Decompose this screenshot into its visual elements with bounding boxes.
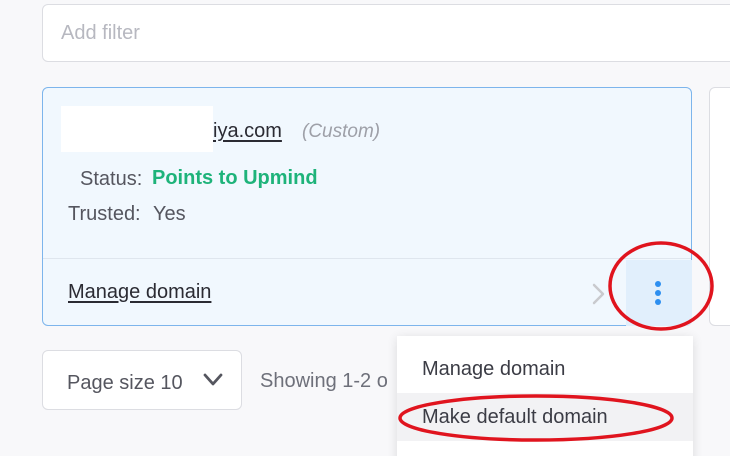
chevron-down-icon [203, 373, 223, 386]
add-filter-input[interactable] [42, 4, 730, 62]
domain-type-label: (Custom) [302, 121, 381, 142]
page-size-label: Page size 10 [67, 372, 183, 394]
status-label: Status: [80, 168, 143, 190]
more-actions-button[interactable] [626, 260, 692, 326]
domain-name-link[interactable]: iya.com [213, 120, 282, 143]
redacted-domain-prefix [61, 106, 213, 152]
domain-card: iya.com (Custom) Status: Points to Upmin… [42, 87, 692, 326]
menu-item-make-default-domain[interactable]: Make default domain [397, 393, 693, 441]
manage-domain-link[interactable]: Manage domain [68, 281, 211, 304]
vertical-dots-icon [655, 281, 661, 305]
page-size-select[interactable]: Page size 10 [42, 350, 242, 410]
chevron-right-icon[interactable] [591, 282, 607, 306]
trusted-value: Yes [153, 203, 186, 225]
card-divider [43, 258, 691, 259]
actions-dropdown-menu: Manage domain Make default domain [397, 336, 693, 456]
menu-item-manage-domain[interactable]: Manage domain [397, 345, 693, 393]
showing-count-text: Showing 1-2 o [260, 370, 388, 392]
status-value: Points to Upmind [152, 167, 318, 189]
next-domain-card [709, 87, 730, 326]
trusted-label: Trusted: [68, 203, 141, 225]
